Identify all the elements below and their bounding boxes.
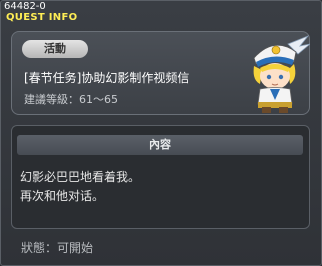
quest-level: 建議等級：61～65 bbox=[24, 91, 118, 107]
quest-level-range: 61～65 bbox=[79, 93, 118, 106]
quest-name: [春节任务]协助幻影制作视频信 bbox=[24, 71, 190, 85]
quest-state-label: 狀態： bbox=[21, 241, 58, 255]
quest-info-window: 64482-0 QUEST INFO 活動 [春节任务]协助幻影制作视频信 建議… bbox=[0, 0, 322, 266]
npc-portrait-icon bbox=[253, 35, 310, 113]
content-header: 內容 bbox=[17, 135, 303, 155]
quest-state-value: 可開始 bbox=[57, 241, 94, 255]
quest-summary-panel: 活動 [春节任务]协助幻影制作视频信 建議等級：61～65 bbox=[11, 31, 310, 115]
content-line-2: 再次和他对话。 bbox=[20, 189, 105, 203]
quest-level-label: 建議等級： bbox=[24, 93, 79, 106]
window-title: QUEST INFO bbox=[6, 12, 78, 23]
quest-state: 狀態：可開始 bbox=[21, 239, 93, 256]
content-line-1: 幻影必巴巴地看着我。 bbox=[20, 170, 141, 184]
quest-id: 64482-0 bbox=[4, 1, 46, 12]
quest-status-tag: 活動 bbox=[22, 40, 88, 58]
